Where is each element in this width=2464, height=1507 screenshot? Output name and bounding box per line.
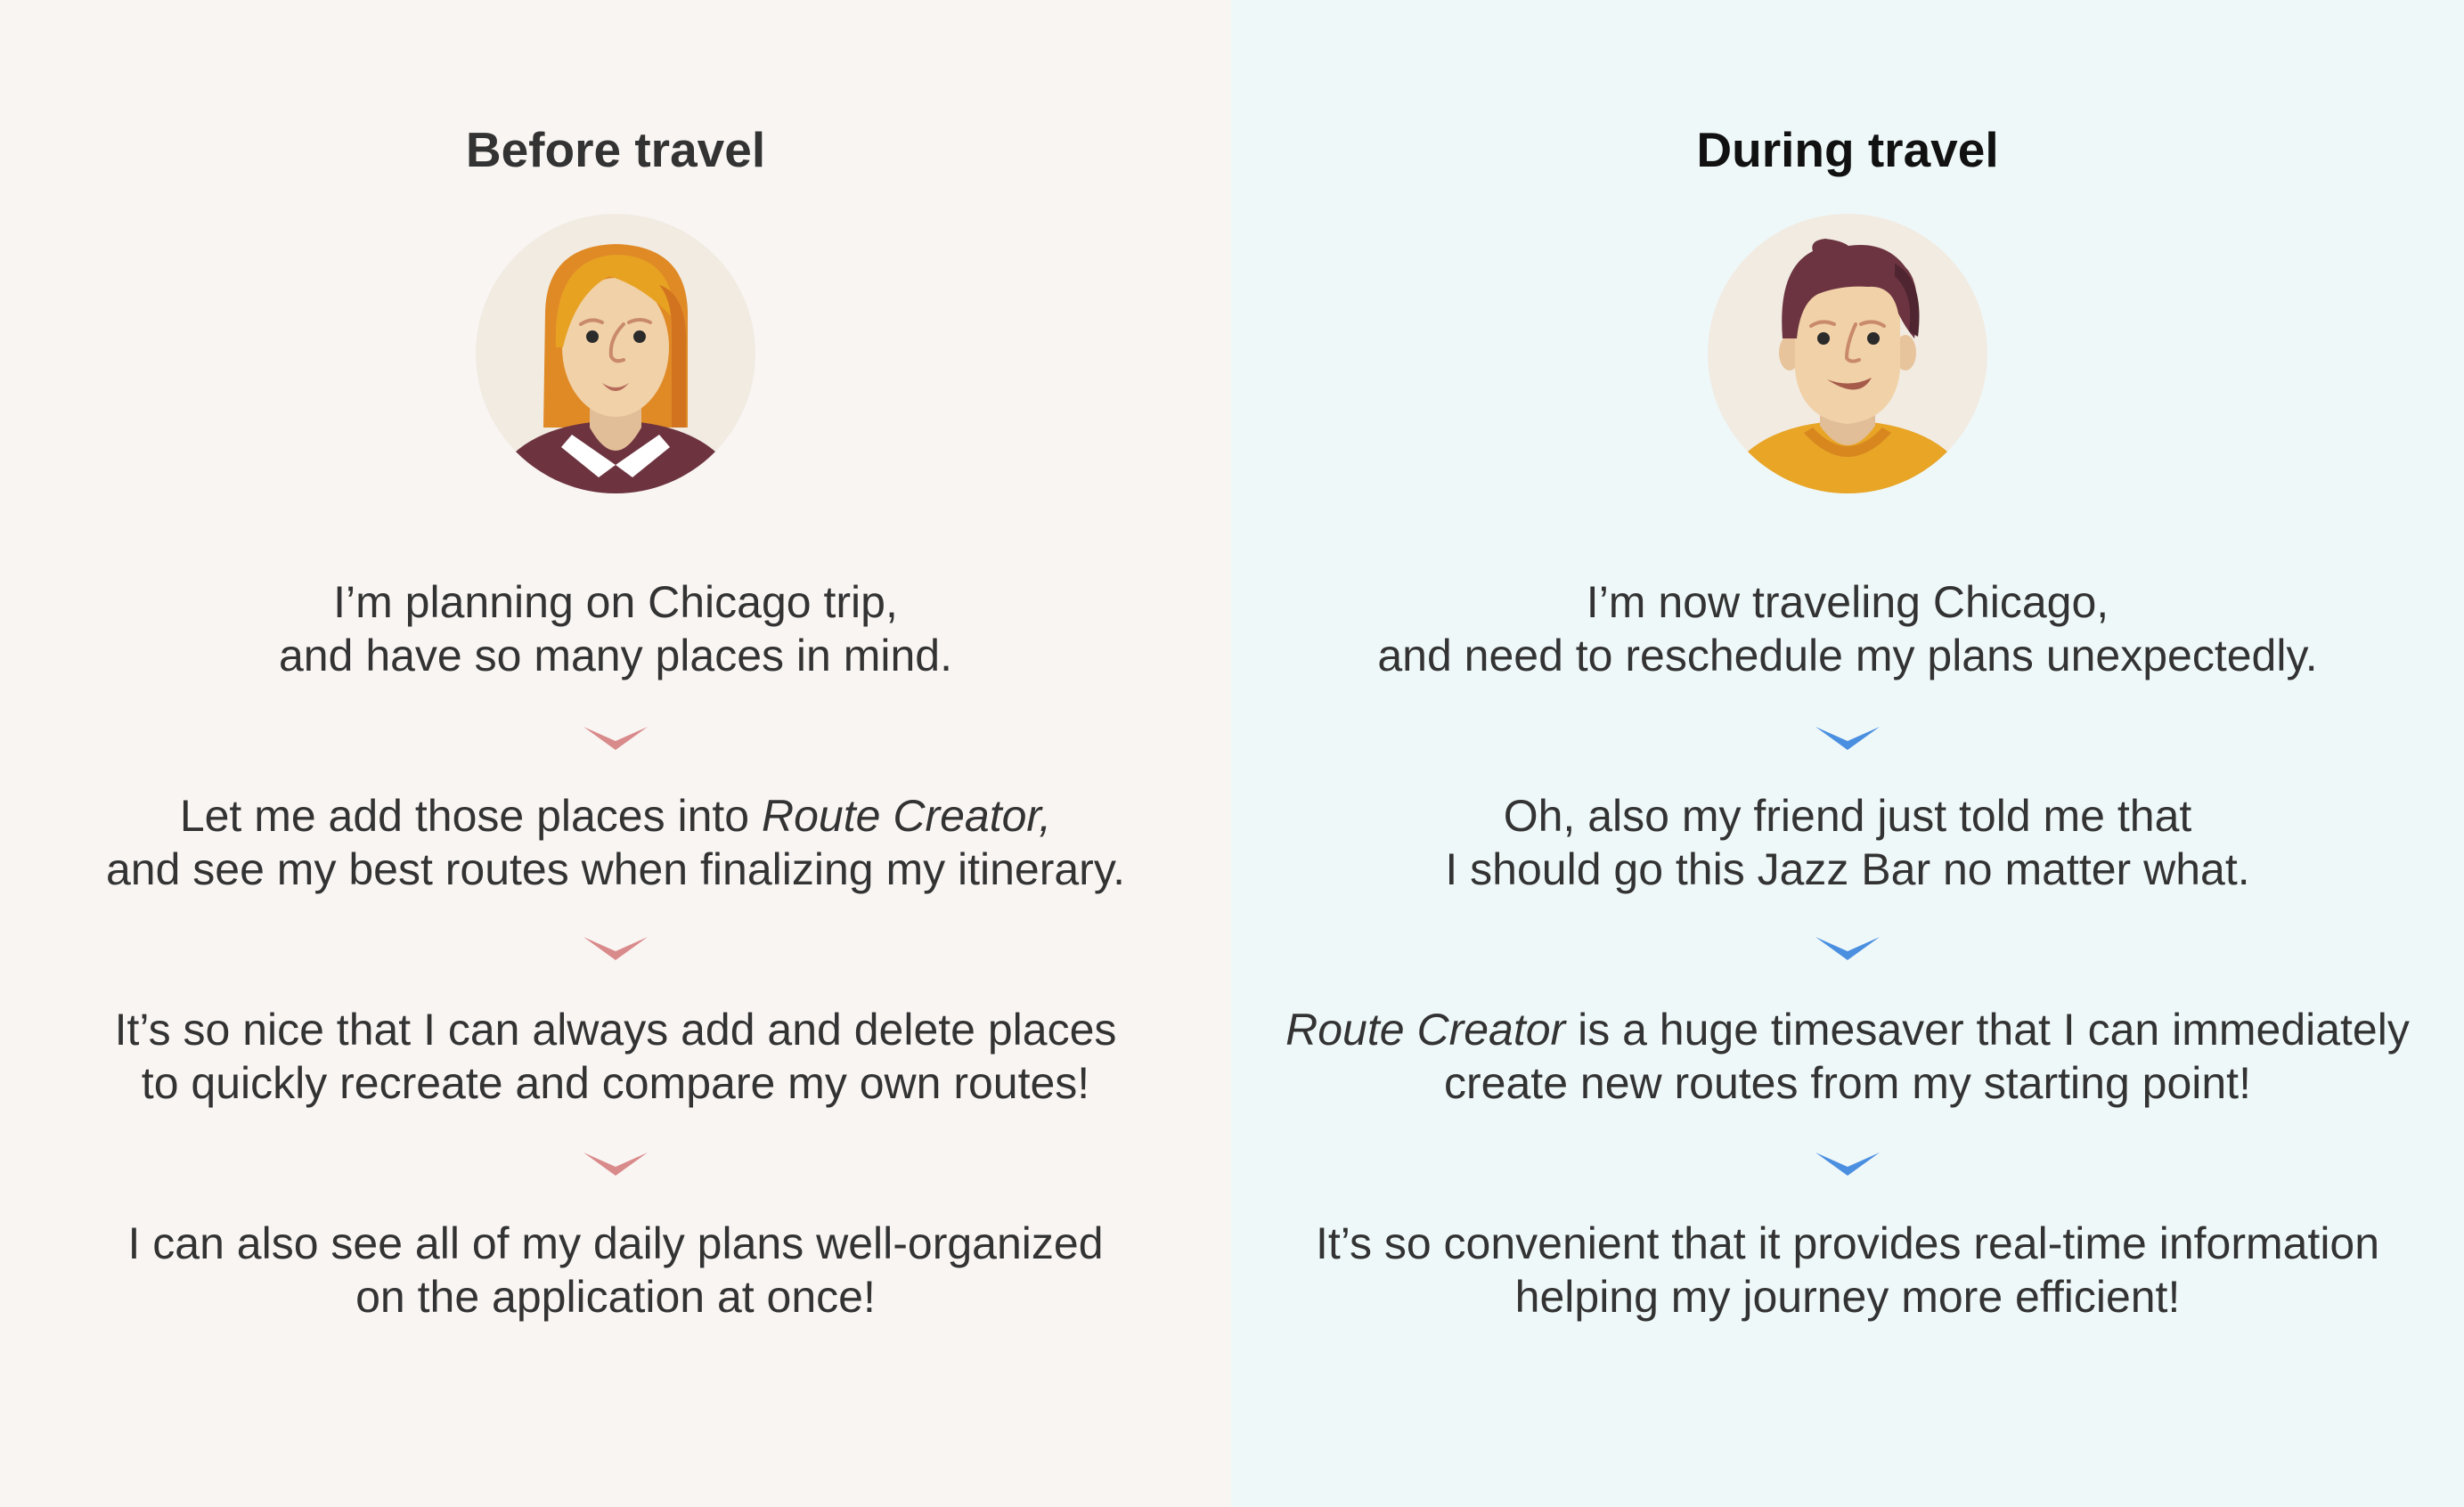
during-travel-column: During travel I’m now traveling Chicago,… bbox=[1231, 0, 2464, 1507]
chevron-down-icon bbox=[1814, 1149, 1881, 1181]
chevron-down-icon bbox=[582, 1149, 649, 1181]
during-step-3: Route Creator is a huge timesaver that I… bbox=[1231, 1003, 2464, 1110]
before-step-1: I’m planning on Chicago trip, and have s… bbox=[0, 575, 1231, 682]
chevron-down-icon bbox=[582, 723, 649, 755]
during-step-1-line-1: I’m now traveling Chicago, bbox=[1586, 577, 2109, 627]
during-step-2-line-1: Oh, also my friend just told me that bbox=[1503, 791, 2192, 841]
route-creator-name: Route Creator bbox=[1285, 1005, 1566, 1055]
route-creator-name: Route Creator, bbox=[762, 791, 1052, 841]
before-step-1-line-2: and have so many places in mind. bbox=[279, 631, 952, 680]
woman-avatar-icon bbox=[476, 214, 755, 493]
during-step-4-line-1: It’s so convenient that it provides real… bbox=[1315, 1218, 2380, 1268]
before-step-2: Let me add those places into Route Creat… bbox=[0, 789, 1231, 896]
before-travel-column: Before travel I’m planning on Chicago tr… bbox=[0, 0, 1231, 1507]
during-step-4: It’s so convenient that it provides real… bbox=[1231, 1217, 2464, 1324]
during-step-3-line-1: Route Creator is a huge timesaver that I… bbox=[1231, 1003, 2464, 1056]
before-step-3-line-1: It’s so nice that I can always add and d… bbox=[114, 1005, 1117, 1055]
before-step-4-line-1: I can also see all of my daily plans wel… bbox=[127, 1218, 1104, 1268]
before-step-3: It’s so nice that I can always add and d… bbox=[0, 1003, 1231, 1110]
chevron-down-icon bbox=[1814, 933, 1881, 965]
before-step-1-line-1: I’m planning on Chicago trip, bbox=[333, 577, 898, 627]
before-step-2-line-2: and see my best routes when finalizing m… bbox=[105, 844, 1126, 894]
before-step-3-line-2: to quickly recreate and compare my own r… bbox=[141, 1058, 1090, 1108]
before-step-4: I can also see all of my daily plans wel… bbox=[0, 1217, 1231, 1324]
chevron-down-icon bbox=[582, 933, 649, 965]
during-step-1-line-2: and need to reschedule my plans unexpect… bbox=[1377, 631, 2318, 680]
travel-comparison: Before travel I’m planning on Chicago tr… bbox=[0, 0, 2464, 1507]
during-step-3-line-2: create new routes from my starting point… bbox=[1444, 1058, 2251, 1108]
man-avatar-icon bbox=[1708, 214, 1987, 493]
during-step-2: Oh, also my friend just told me that I s… bbox=[1231, 789, 2464, 896]
before-step-2-line-1: Let me add those places into Route Creat… bbox=[0, 789, 1231, 843]
during-step-1: I’m now traveling Chicago, and need to r… bbox=[1231, 575, 2464, 682]
during-step-3-line-1-text: is a huge timesaver that I can immediate… bbox=[1565, 1005, 2410, 1055]
before-step-4-line-2: on the application at once! bbox=[355, 1272, 876, 1322]
during-step-2-line-2: I should go this Jazz Bar no matter what… bbox=[1445, 844, 2250, 894]
before-travel-heading: Before travel bbox=[465, 122, 766, 177]
before-step-2-line-1-text: Let me add those places into bbox=[179, 791, 763, 841]
chevron-down-icon bbox=[1814, 723, 1881, 755]
during-travel-heading: During travel bbox=[1696, 122, 1999, 177]
during-step-4-line-2: helping my journey more efficient! bbox=[1514, 1272, 2181, 1322]
